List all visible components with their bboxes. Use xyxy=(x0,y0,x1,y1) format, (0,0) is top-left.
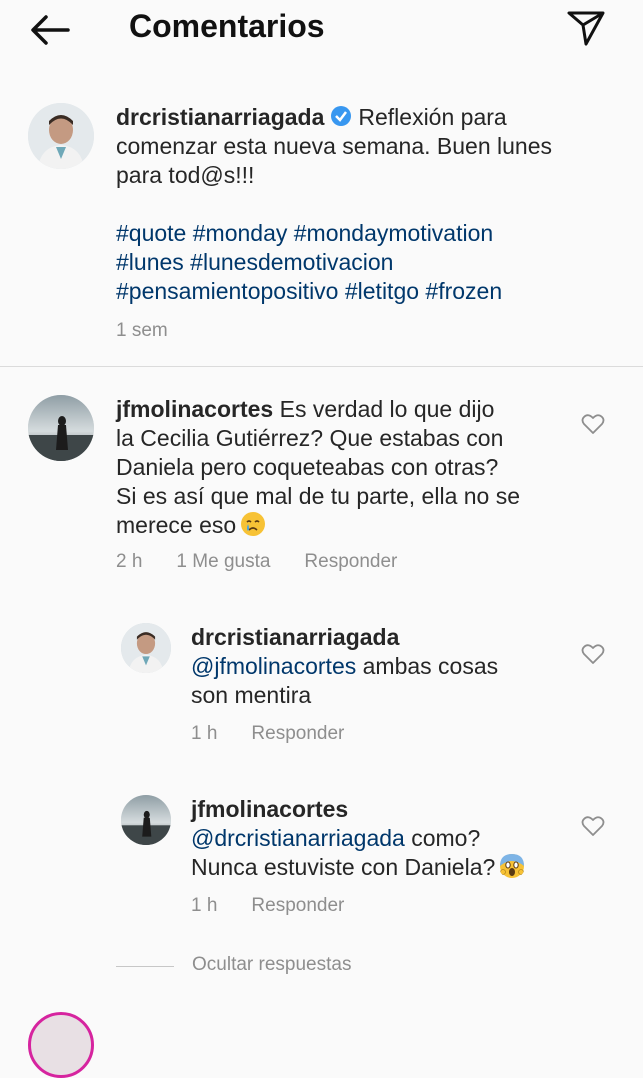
heart-icon xyxy=(581,414,605,434)
like-button[interactable] xyxy=(581,643,605,665)
caption-username[interactable]: drcristianarriagada xyxy=(116,104,324,130)
mention-link[interactable]: @jfmolinacortes xyxy=(191,653,356,679)
reply-text: drcristianarriagada @jfmolinacortes amba… xyxy=(191,623,561,710)
avatar-photo xyxy=(28,103,94,169)
divider xyxy=(116,966,174,967)
reply-username[interactable]: jfmolinacortes xyxy=(191,795,571,824)
caption-text: drcristianarriagada Reflexión para comenz… xyxy=(116,103,616,306)
hashtags-line-1[interactable]: #quote #monday #mondaymotivation xyxy=(116,219,616,248)
header-bar: Comentarios xyxy=(0,0,643,60)
comment-username[interactable]: jfmolinacortes xyxy=(116,396,273,422)
caption-meta: 1 sem xyxy=(116,320,202,342)
page-title: Comentarios xyxy=(129,8,325,44)
comment-text: jfmolinacortes Es verdad lo que dijo la … xyxy=(116,395,556,540)
hashtags-line-3[interactable]: #pensamientopositivo #letitgo #frozen xyxy=(116,277,616,306)
avatar-photo xyxy=(121,795,171,845)
reply-text: jfmolinacortes @drcristianarriagada como… xyxy=(191,795,571,882)
next-comment-avatar[interactable] xyxy=(28,1012,94,1078)
reply-line-2: son mentira xyxy=(191,682,312,708)
reply-meta: 1 h Responder xyxy=(191,895,378,917)
reply-time: 1 h xyxy=(191,895,218,916)
comment-likes[interactable]: 1 Me gusta xyxy=(176,551,270,572)
caption-time: 1 sem xyxy=(116,320,168,341)
avatar[interactable] xyxy=(28,103,94,169)
share-button[interactable] xyxy=(566,9,606,47)
reply-button[interactable]: Responder xyxy=(251,895,344,916)
avatar-photo xyxy=(28,395,94,461)
reply-line-2: Nunca estuviste con Daniela? xyxy=(191,854,496,880)
verified-badge-icon xyxy=(331,106,352,126)
like-button[interactable] xyxy=(581,413,605,435)
comment-line-1: Es verdad lo que dijo xyxy=(279,396,495,422)
reply-line-1: ambas cosas xyxy=(356,653,499,679)
divider xyxy=(0,366,643,367)
reply-username[interactable]: drcristianarriagada xyxy=(191,623,561,652)
comment-line-2: la Cecilia Gutiérrez? Que estabas con xyxy=(116,425,504,451)
reply-button[interactable]: Responder xyxy=(251,723,344,744)
comment-line-3: Daniela pero coqueteabas con otras? xyxy=(116,454,499,480)
arrow-left-icon xyxy=(31,15,70,45)
heart-icon xyxy=(581,816,605,836)
crying-face-icon xyxy=(241,512,266,536)
avatar[interactable] xyxy=(121,623,171,673)
caption-line-3: para tod@s!!! xyxy=(116,162,255,188)
hashtags-line-2[interactable]: #lunes #lunesdemotivacion xyxy=(116,248,616,277)
avatar[interactable] xyxy=(28,395,94,461)
caption-line-1: Reflexión para xyxy=(358,104,507,130)
comment-line-4: Si es así que mal de tu parte, ella no s… xyxy=(116,483,521,509)
mention-link[interactable]: @drcristianarriagada xyxy=(191,825,405,851)
back-button[interactable] xyxy=(28,12,72,48)
avatar-photo xyxy=(121,623,171,673)
screaming-face-icon xyxy=(500,854,525,878)
heart-icon xyxy=(581,644,605,664)
comment-line-5: merece eso xyxy=(116,512,237,538)
comment-meta: 2 h 1 Me gusta Responder xyxy=(116,551,431,573)
reply-button[interactable]: Responder xyxy=(304,551,397,572)
avatar[interactable] xyxy=(121,795,171,845)
hide-replies-label[interactable]: Ocultar respuestas xyxy=(192,954,351,976)
comment-time: 2 h xyxy=(116,551,143,572)
paper-plane-icon xyxy=(567,11,605,46)
caption-line-2: comenzar esta nueva semana. Buen lunes xyxy=(116,133,552,159)
reply-meta: 1 h Responder xyxy=(191,723,378,745)
reply-time: 1 h xyxy=(191,723,218,744)
reply-line-1: como? xyxy=(404,825,481,851)
like-button[interactable] xyxy=(581,815,605,837)
